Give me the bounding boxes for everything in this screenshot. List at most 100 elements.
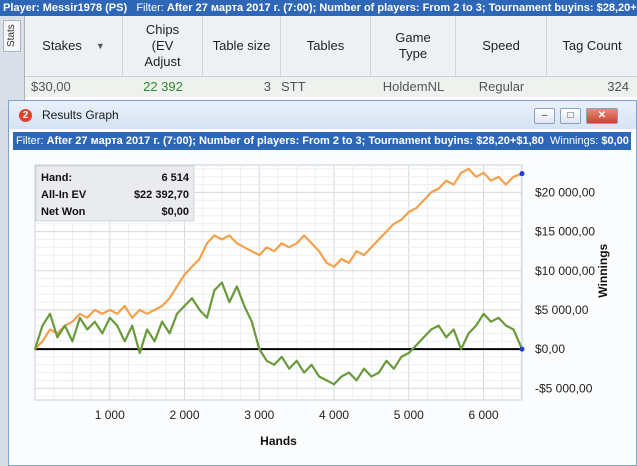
player-name[interactable]: Messir1978 (PS) — [43, 2, 127, 14]
table-row[interactable]: $30,00 22 392 3 STT HoldemNL Regular 324 — [25, 77, 637, 97]
all-in-ev-line-point — [445, 179, 448, 182]
all-in-ev-line-point — [400, 218, 403, 221]
net-won-line-point — [415, 344, 418, 347]
x-tick-label: 3 000 — [244, 408, 274, 422]
all-in-ev-line-point — [310, 242, 313, 245]
all-in-ev-line-point — [123, 305, 126, 307]
header-tag-count[interactable]: Tag Count — [547, 16, 637, 76]
header-tag-count-label: Tag Count — [562, 38, 622, 53]
results-filter-text[interactable]: After 27 марта 2017 г. (7:00); Number of… — [47, 135, 544, 147]
net-won-line-point — [490, 320, 492, 323]
x-tick-label: 2 000 — [170, 408, 200, 422]
net-won-line-point — [505, 324, 507, 327]
net-won-line-point — [56, 336, 59, 339]
net-won-line-point — [280, 356, 283, 358]
y-tick-label: -$5 000,00 — [535, 381, 593, 395]
filter-text[interactable]: After 27 марта 2017 г. (7:00); Number of… — [167, 2, 637, 14]
net-won-line-point — [176, 312, 178, 315]
net-won-line-point — [333, 383, 335, 386]
net-won-line-point — [183, 305, 186, 307]
close-button[interactable]: ✕ — [586, 108, 618, 124]
header-chips-ev-label: Chips (EV Adjust — [144, 22, 181, 69]
net-won-line-point — [221, 281, 223, 284]
winnings-label: Winnings: — [550, 135, 599, 147]
net-won-line-point — [213, 289, 216, 292]
all-in-ev-line-point — [355, 250, 358, 253]
all-in-ev-line-point — [505, 183, 507, 186]
y-tick-label: $0,00 — [535, 342, 565, 356]
all-in-ev-line-point — [318, 250, 320, 253]
stats-side-tab[interactable]: Stats — [0, 16, 25, 108]
all-in-ev-line-point — [265, 246, 268, 249]
all-in-ev-line-point — [475, 175, 477, 178]
all-in-ev-line-point — [206, 242, 208, 245]
all-in-ev-line-point — [250, 250, 253, 253]
all-in-ev-line-point — [228, 234, 231, 237]
net-won-line-point — [153, 340, 156, 343]
all-in-ev-line-point — [370, 246, 373, 249]
all-in-ev-line-point — [138, 309, 141, 311]
header-table-size-label: Table size — [212, 38, 271, 53]
net-won-line-point — [41, 324, 44, 327]
all-in-ev-line-point — [93, 309, 96, 311]
all-in-ev-line-point — [213, 234, 216, 237]
header-game-type[interactable]: Game Type — [371, 16, 456, 76]
net-won-line-point — [437, 324, 440, 327]
x-tick-label: 1 000 — [95, 408, 125, 422]
header-speed[interactable]: Speed — [456, 16, 547, 76]
net-won-line-point — [355, 379, 358, 382]
header-tables-label: Tables — [306, 38, 345, 53]
cell-tag-count: 324 — [607, 79, 629, 94]
header-speed-label: Speed — [482, 38, 520, 53]
all-in-ev-line-point — [153, 309, 156, 311]
results-filter-label: Filter: — [16, 135, 44, 147]
net-won-line-point — [86, 328, 89, 331]
stats-tab-label[interactable]: Stats — [3, 20, 21, 52]
maximize-button[interactable]: □ — [560, 108, 581, 124]
net-won-line-point — [370, 375, 373, 378]
series-endpoint-marker — [519, 346, 525, 352]
all-in-ev-line-point — [385, 230, 388, 233]
results-window-titlebar[interactable]: 2 Results Graph – □ ✕ — [9, 101, 636, 129]
app-logo-icon: 2 — [19, 109, 32, 122]
net-won-line-point — [325, 379, 328, 382]
minimize-button[interactable]: – — [534, 108, 555, 124]
all-in-ev-line-point — [176, 285, 178, 288]
results-graph-window[interactable]: 2 Results Graph – □ ✕ Filter: After 27 м… — [8, 100, 637, 466]
net-won-line-point — [146, 328, 149, 331]
net-won-line-point — [295, 359, 298, 362]
x-tick-label: 4 000 — [319, 408, 349, 422]
header-table-size[interactable]: Table size — [203, 16, 281, 76]
summary-value: $0,00 — [161, 206, 189, 218]
all-in-ev-line-point — [258, 254, 261, 256]
results-chart[interactable]: Hand: 6 514 All-In EV $22 392,70 Net Won $0,0… — [9, 153, 636, 465]
cell-speed: Regular — [478, 79, 525, 94]
net-won-line-point — [288, 367, 291, 370]
net-won-line-point — [123, 340, 126, 343]
header-tables[interactable]: Tables — [281, 16, 371, 76]
chevron-down-icon[interactable]: ▼ — [96, 38, 105, 54]
all-in-ev-line-point — [392, 222, 395, 225]
y-tick-label: $15 000,00 — [535, 225, 595, 239]
header-game-type-label: Game Type — [395, 30, 431, 61]
net-won-line-point — [243, 305, 246, 307]
header-stakes[interactable]: Stakes ▼ — [25, 16, 123, 76]
all-in-ev-line-point — [422, 199, 425, 202]
net-won-line-point — [318, 375, 320, 378]
all-in-ev-line-point — [41, 340, 44, 343]
net-won-line-point — [78, 316, 81, 319]
net-won-line-point — [265, 359, 268, 362]
net-won-line-point — [131, 324, 134, 327]
net-won-line-point — [467, 332, 470, 335]
net-won-line-point — [116, 324, 119, 327]
net-won-line-point — [168, 332, 171, 335]
net-won-line-point — [138, 352, 141, 354]
all-in-ev-line-point — [86, 316, 89, 319]
net-won-line-point — [161, 320, 163, 323]
all-in-ev-line-point — [467, 168, 470, 170]
header-chips-ev[interactable]: Chips (EV Adjust — [123, 16, 203, 76]
net-won-line-point — [198, 309, 201, 311]
summary-label: Net Won — [41, 206, 86, 218]
all-in-ev-line-point — [280, 242, 283, 245]
net-won-line-point — [310, 363, 313, 366]
